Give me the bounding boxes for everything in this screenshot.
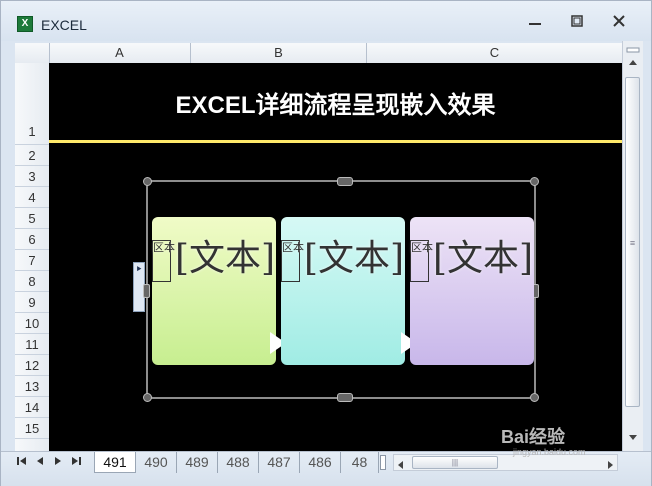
split-icon [626, 47, 639, 53]
sheet-title-text: EXCEL详细流程呈现嵌入效果 [175, 92, 496, 119]
column-header-c[interactable]: C [367, 43, 622, 63]
resize-handle-bottom-left[interactable] [143, 393, 152, 402]
row-header-12[interactable]: 12 [15, 355, 49, 376]
row-headers: 1 2 3 4 5 6 7 8 9 10 11 12 13 14 15 [15, 63, 50, 451]
smartart-frame[interactable]: 区本[文本] 区本[文本] 区本[文本] [143, 177, 539, 402]
scroll-up-button[interactable] [624, 55, 641, 72]
prev-sheet-button[interactable] [33, 456, 47, 470]
row-header-14[interactable]: 14 [15, 397, 49, 418]
process-step-3[interactable]: 区本[文本] [410, 217, 534, 365]
baidu-watermark: Bai经验 jingyan.baidu.com [501, 423, 586, 457]
step-1-text[interactable]: 区本[文本] [152, 229, 276, 282]
excel-window: X EXCEL A B C 1 2 3 4 5 6 7 8 9 10 11 12… [0, 0, 652, 486]
column-headers: A B C [15, 43, 622, 64]
close-icon [613, 15, 625, 27]
next-sheet-button[interactable] [51, 456, 65, 470]
resize-handle-top[interactable] [337, 177, 353, 186]
accent-line [49, 140, 622, 143]
row-header-2[interactable]: 2 [15, 145, 49, 166]
resize-handle-left[interactable] [143, 284, 150, 298]
scroll-left-button[interactable] [396, 457, 406, 475]
column-header-b[interactable]: B [191, 43, 367, 63]
prev-icon [37, 457, 43, 465]
tab-split-handle[interactable] [380, 455, 386, 470]
excel-app-icon: X [17, 16, 33, 32]
last-sheet-button[interactable] [69, 456, 83, 470]
arrow-up-icon [628, 60, 637, 65]
expand-arrow-icon: ⯈ [135, 264, 143, 274]
resize-handle-top-right[interactable] [530, 177, 539, 186]
process-step-2[interactable]: 区本[文本] [281, 217, 405, 365]
arrow-down-icon [628, 435, 637, 440]
row-header-10[interactable]: 10 [15, 313, 49, 334]
step-2-label: [文本] [304, 238, 405, 279]
row-header-13[interactable]: 13 [15, 376, 49, 397]
row-header-6[interactable]: 6 [15, 229, 49, 250]
first-sheet-button[interactable] [15, 456, 29, 470]
row-header-4[interactable]: 4 [15, 187, 49, 208]
resize-handle-top-left[interactable] [143, 177, 152, 186]
next-icon [55, 457, 61, 465]
sheet-tab-487[interactable]: 487 [259, 452, 300, 473]
window-title: EXCEL [41, 17, 87, 33]
sheet-tab-490[interactable]: 490 [136, 452, 177, 473]
resize-handle-bottom-right[interactable] [530, 393, 539, 402]
row-header-15[interactable]: 15 [15, 418, 49, 439]
worksheet-area[interactable]: EXCEL详细流程呈现嵌入效果 ⯈ 区本[文本] 区本[文本] 区本[文本] [49, 63, 622, 451]
row-header-7[interactable]: 7 [15, 250, 49, 271]
bullet-placeholder-icon: 区本 [410, 240, 433, 282]
row-header-11[interactable]: 11 [15, 334, 49, 355]
row-header-9[interactable]: 9 [15, 292, 49, 313]
step-3-label: [文本] [433, 238, 534, 279]
step-3-text[interactable]: 区本[文本] [410, 229, 534, 282]
vertical-scroll-thumb[interactable]: ≡ [625, 77, 640, 407]
resize-handle-bottom[interactable] [337, 393, 353, 402]
scroll-right-button[interactable] [605, 457, 615, 475]
row-header-1[interactable]: 1 [15, 63, 49, 145]
step-1-label: [文本] [175, 238, 276, 279]
column-header-a[interactable]: A [49, 43, 191, 63]
sheet-tab-491[interactable]: 491 [94, 452, 136, 473]
bullet-placeholder-icon: 区本 [152, 240, 175, 282]
row-header-8[interactable]: 8 [15, 271, 49, 292]
sheet-tab-486[interactable]: 486 [300, 452, 341, 473]
sheet-tab-48[interactable]: 48 [341, 452, 379, 473]
watermark-text: Bai经验 [501, 427, 566, 447]
select-all-corner[interactable] [15, 43, 50, 63]
scroll-down-button[interactable] [624, 431, 641, 448]
row-header-3[interactable]: 3 [15, 166, 49, 187]
arrow-right-icon [608, 461, 613, 469]
last-icon [72, 457, 81, 465]
restore-icon [571, 15, 583, 27]
title-bar: X EXCEL [1, 1, 651, 41]
watermark-url: jingyan.baidu.com [513, 447, 586, 457]
bullet-placeholder-icon: 区本 [281, 240, 304, 282]
horizontal-scroll-thumb[interactable]: ||| [412, 456, 498, 469]
sheet-tab-489[interactable]: 489 [177, 452, 218, 473]
row-header-5[interactable]: 5 [15, 208, 49, 229]
minimize-icon [529, 23, 541, 25]
sheet-tab-488[interactable]: 488 [218, 452, 259, 473]
first-icon [17, 457, 26, 465]
close-button[interactable] [606, 13, 632, 35]
step-2-text[interactable]: 区本[文本] [281, 229, 405, 282]
arrow-left-icon [398, 461, 403, 469]
restore-button[interactable] [564, 13, 590, 35]
minimize-button[interactable] [522, 13, 548, 35]
vertical-scrollbar[interactable]: ≡ [622, 41, 643, 451]
process-step-1[interactable]: 区本[文本] [152, 217, 276, 365]
